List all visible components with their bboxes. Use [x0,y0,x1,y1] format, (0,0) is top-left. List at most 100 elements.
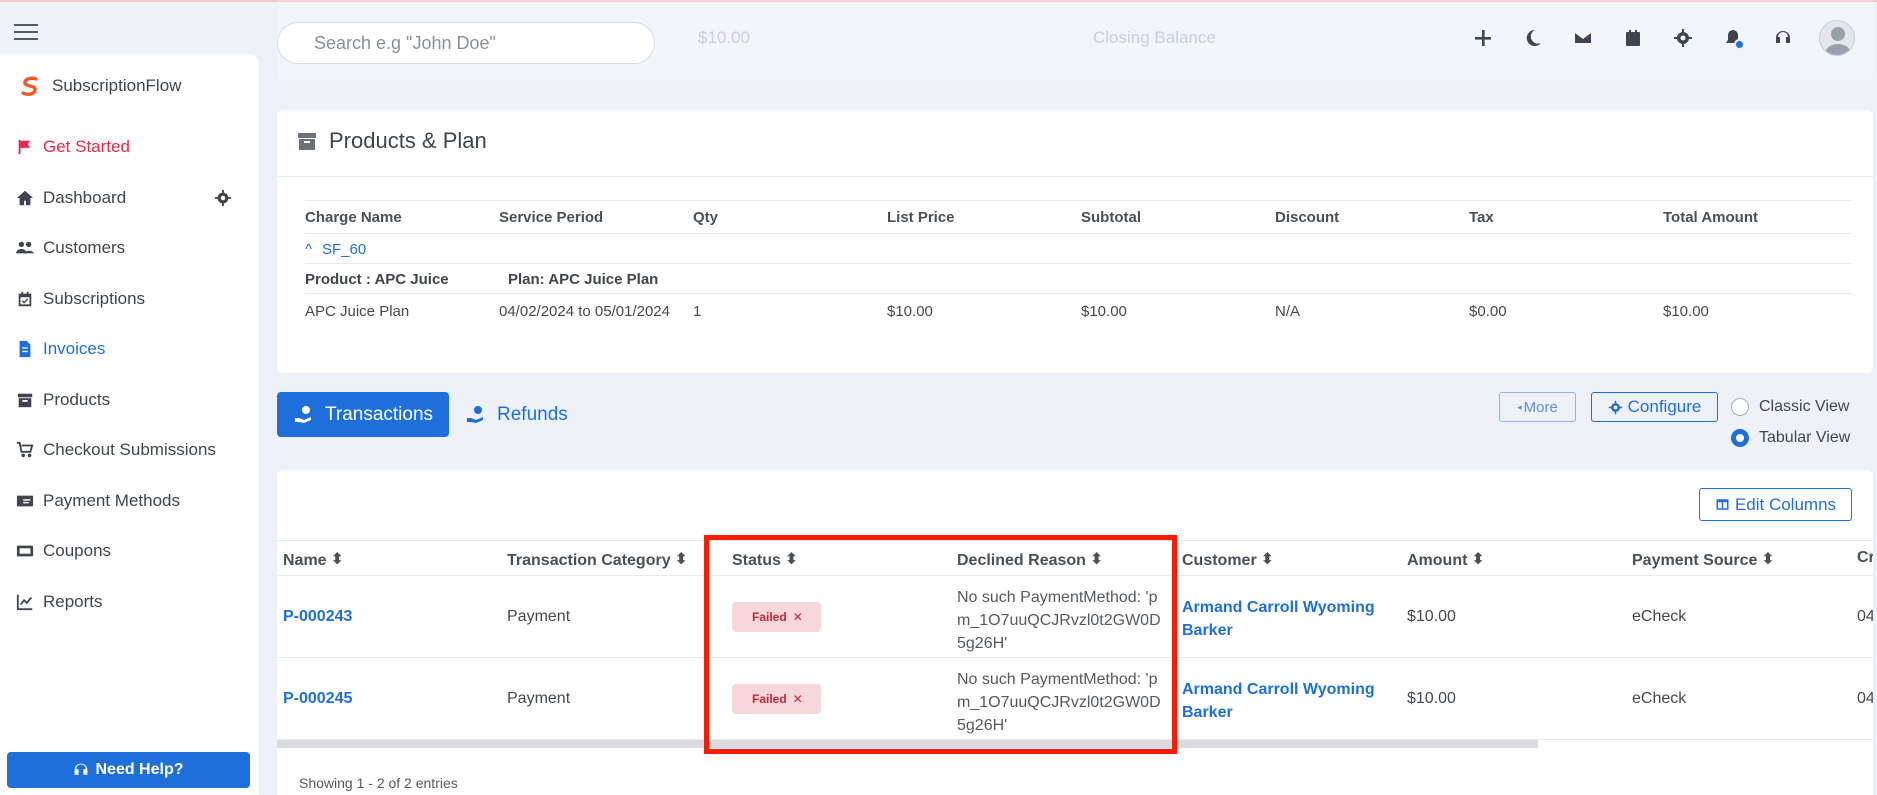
users-icon [16,241,34,254]
transaction-link[interactable]: P-000245 [283,690,352,708]
sidebar-item-reports[interactable]: Reports [0,577,259,628]
bell-icon[interactable] [1719,24,1747,52]
qty: 1 [693,303,702,320]
sidebar-item-label: Subscriptions [43,288,146,308]
headset-icon[interactable] [1769,24,1797,52]
more-button[interactable]: ◂ More [1499,392,1576,422]
tab-label: Transactions [324,403,434,425]
product-group-row[interactable]: ^ SF_60 [305,234,1851,264]
plus-icon[interactable] [1469,24,1497,52]
service-period: 04/02/2024 to 05/01/2024 [499,303,670,320]
radio-circle-selected[interactable] [1731,429,1749,447]
sidebar-item-label: Get Started [43,137,130,157]
subtotal: $10.00 [1081,303,1127,320]
sidebar-item-coupons[interactable]: Coupons [0,526,259,577]
brand[interactable]: SubscriptionFlow [18,74,181,98]
sidebar-item-customers[interactable]: Customers [0,223,259,274]
sort-icon[interactable]: ⬍ [1761,549,1774,569]
customer-link[interactable]: Armand Carroll Wyoming Barker [1182,596,1387,642]
flag-icon [18,140,31,155]
amount: $10.00 [1407,690,1456,707]
sidebar-item-subscriptions[interactable]: Subscriptions [0,274,259,325]
columns-icon [1716,499,1729,510]
mail-icon[interactable] [1569,24,1597,52]
hand-money-icon [467,405,483,423]
col-subtotal: Subtotal [1081,209,1141,226]
col-service-period: Service Period [499,209,604,226]
subscriptionflow-logo-icon [21,76,38,96]
notification-dot [1734,39,1745,50]
tax: $0.00 [1469,303,1507,320]
sidebar-item-invoices[interactable]: Invoices [0,324,259,375]
invoice-icon [19,341,31,358]
pagination-summary: Showing 1 - 2 of 2 entries [299,775,458,791]
sidebar-item-label: Checkout Submissions [43,440,216,460]
col-transaction-category[interactable]: Transaction Category ⬍ [507,549,688,570]
headset-icon [75,763,88,775]
col-discount: Discount [1275,209,1340,226]
ghost-amount: $10.00 [698,28,750,47]
col-category-label: Transaction Category [507,552,671,569]
amount: $10.00 [1407,608,1456,625]
avatar[interactable] [1819,20,1855,56]
created-truncated: 04 [1857,608,1873,625]
configure-button[interactable]: Configure [1591,392,1718,422]
sidebar-item-label: Products [43,389,111,409]
tab-refunds[interactable]: Refunds [465,392,568,437]
sidebar-item-products[interactable]: Products [0,375,259,426]
need-help-button[interactable]: Need Help? [7,752,250,788]
transaction-category: Payment [507,608,571,625]
payment-source: eCheck [1632,608,1687,625]
brand-name: SubscriptionFlow [52,76,182,95]
classic-view-radio[interactable]: Classic View [1731,398,1849,416]
sidebar-item-get-started[interactable]: Get Started [0,122,259,173]
ticket-icon [16,545,34,557]
col-amount-label: Amount [1407,552,1468,569]
product-plan-row: Product : APC Juice Plan: APC Juice Plan [305,264,1851,294]
sort-icon[interactable]: ⬍ [675,549,688,569]
tab-transactions[interactable]: Transactions [277,392,449,437]
chevron-up-icon[interactable]: ^ [305,241,312,258]
product-group-link[interactable]: SF_60 [322,241,366,258]
gear-icon [1608,400,1622,414]
col-name-label: Name [283,552,327,569]
sort-icon[interactable]: ⬍ [1261,549,1274,569]
sidebar: SubscriptionFlow Get Started Dashboard C… [0,54,259,795]
col-payment-source[interactable]: Payment Source ⬍ [1632,549,1775,570]
sidebar-item-payment-methods[interactable]: Payment Methods [0,476,259,527]
charge-row: APC Juice Plan 04/02/2024 to 05/01/2024 … [305,294,1851,328]
col-amount[interactable]: Amount ⬍ [1407,549,1485,570]
radio-circle[interactable] [1731,398,1749,416]
customer-link[interactable]: Armand Carroll Wyoming Barker [1182,678,1387,724]
sort-icon[interactable]: ⬍ [1471,549,1484,569]
configure-label: Configure [1627,397,1702,416]
hamburger-menu-icon[interactable] [14,24,38,42]
edit-columns-button[interactable]: Edit Columns [1699,488,1852,521]
col-list-price: List Price [887,209,955,226]
gear-icon[interactable] [1669,24,1697,52]
tabular-view-label: Tabular View [1759,429,1851,446]
hand-money-icon [294,405,311,423]
edit-columns-label: Edit Columns [1734,494,1837,514]
sidebar-item-dashboard[interactable]: Dashboard [0,173,259,224]
col-source-label: Payment Source [1632,552,1758,569]
sidebar-item-label: Coupons [43,541,112,561]
home-icon [16,190,34,205]
col-name[interactable]: Name ⬍ [283,549,344,570]
chart-icon [16,594,33,610]
moon-icon[interactable] [1519,24,1547,52]
calendar-icon[interactable] [1619,24,1647,52]
sort-icon[interactable]: ⬍ [331,549,344,569]
card-title-text: Products & Plan [329,128,487,153]
sidebar-nav: Get Started Dashboard Customers Subscrip… [0,122,259,627]
search-input[interactable] [277,22,655,64]
transaction-link[interactable]: P-000243 [283,608,352,626]
sidebar-item-label: Dashboard [43,187,127,207]
dashboard-settings-gear-icon[interactable] [213,189,233,207]
col-customer[interactable]: Customer ⬍ [1182,549,1274,570]
products-plan-title: Products & Plan [297,128,487,154]
sidebar-item-checkout-submissions[interactable]: Checkout Submissions [0,425,259,476]
col-created-truncated[interactable]: Cr [1857,549,1873,567]
col-qty: Qty [693,209,719,226]
tabular-view-radio[interactable]: Tabular View [1731,429,1850,447]
